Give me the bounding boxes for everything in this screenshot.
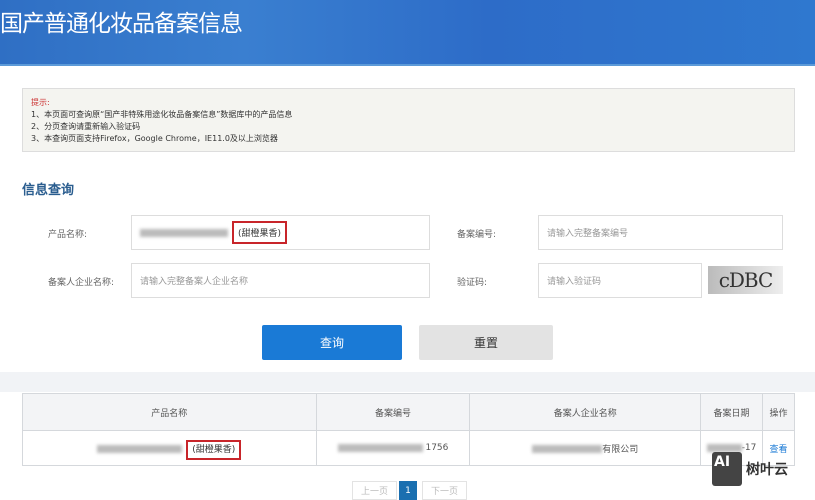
page-1-button[interactable]: 1 bbox=[399, 481, 417, 500]
record-no-input[interactable]: 请输入完整备案编号 bbox=[538, 215, 783, 250]
notice-line: 2、分页查询请重新输入验证码 bbox=[31, 122, 141, 131]
reset-button[interactable]: 重置 bbox=[419, 325, 553, 360]
product-name-highlight: (甜橙果香) bbox=[232, 221, 288, 244]
watermark-text: 树叶云 bbox=[746, 462, 788, 478]
notice-line: 3、本查询页面支持Firefox，Google Chrome，IE11.0及以上… bbox=[31, 134, 278, 143]
product-name-label: 产品名称: bbox=[48, 230, 88, 240]
company-cell: 有限公司 bbox=[469, 430, 702, 466]
notice-line: 1、本页面可查询原“国产非特殊用途化妆品备案信息”数据库中的产品信息 bbox=[31, 110, 293, 119]
query-button[interactable]: 查询 bbox=[262, 325, 402, 360]
placeholder: 请输入完整备案编号 bbox=[547, 229, 629, 239]
company-label: 备案人企业名称: bbox=[48, 278, 115, 288]
record-no-label: 备案编号: bbox=[457, 230, 497, 240]
column-header: 备案日期 bbox=[700, 393, 764, 431]
captcha-label: 验证码: bbox=[457, 278, 488, 288]
product-cell: (甜橙果香) bbox=[22, 430, 317, 466]
record-no-text: 1756 bbox=[425, 443, 449, 453]
prev-page-button[interactable]: 上一页 bbox=[352, 481, 397, 500]
column-header: 备案人企业名称 bbox=[469, 393, 702, 431]
watermark-logo-icon: AI bbox=[712, 452, 742, 486]
blurred-text bbox=[140, 228, 228, 237]
placeholder: 请输入完整备案人企业名称 bbox=[140, 277, 249, 287]
results-table: 产品名称 备案编号 备案人企业名称 备案日期 操作 (甜橙果香) 1756 有限… bbox=[22, 393, 795, 466]
notice-box: 提示: 1、本页面可查询原“国产非特殊用途化妆品备案信息”数据库中的产品信息 2… bbox=[22, 88, 795, 152]
page-header: 国产普通化妆品备案信息 bbox=[0, 0, 815, 66]
product-name-input[interactable]: (甜橙果香) bbox=[131, 215, 430, 250]
table-row: (甜橙果香) 1756 有限公司 -17 查看 bbox=[22, 430, 795, 466]
company-input[interactable]: 请输入完整备案人企业名称 bbox=[131, 263, 430, 298]
captcha-input[interactable]: 请输入验证码 bbox=[538, 263, 702, 298]
captcha-image[interactable]: cDBC bbox=[708, 266, 783, 294]
column-header: 操作 bbox=[762, 393, 795, 431]
company-text: 有限公司 bbox=[602, 444, 639, 455]
next-page-button[interactable]: 下一页 bbox=[422, 481, 467, 500]
record-no-cell: 1756 bbox=[315, 430, 471, 466]
table-header-row: 产品名称 备案编号 备案人企业名称 备案日期 操作 bbox=[22, 393, 795, 431]
product-highlight: (甜橙果香) bbox=[186, 439, 242, 460]
divider-band bbox=[0, 372, 815, 392]
watermark: AI 树叶云 bbox=[712, 452, 788, 486]
column-header: 产品名称 bbox=[22, 393, 317, 431]
notice-tip: 提示: bbox=[31, 98, 50, 107]
page-title: 国产普通化妆品备案信息 bbox=[0, 11, 243, 37]
column-header: 备案编号 bbox=[315, 393, 471, 431]
placeholder: 请输入验证码 bbox=[547, 277, 602, 287]
section-title: 信息查询 bbox=[22, 183, 75, 198]
